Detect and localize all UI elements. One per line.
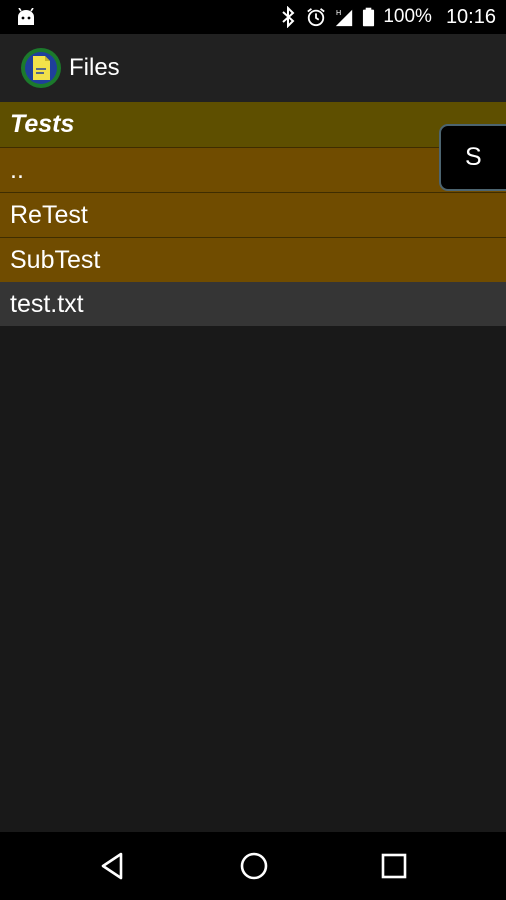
files-app-logo[interactable] bbox=[20, 47, 62, 89]
current-directory-header: Tests bbox=[0, 102, 506, 147]
signal-icon: H bbox=[336, 8, 353, 27]
alarm-icon bbox=[307, 8, 326, 27]
list-item-directory[interactable]: ReTest bbox=[0, 192, 506, 237]
navigation-bar bbox=[0, 832, 506, 900]
battery-percentage: 100% bbox=[383, 6, 432, 27]
status-bar: H 100% 10:16 bbox=[0, 0, 506, 34]
battery-icon bbox=[363, 7, 375, 27]
android-icon bbox=[18, 8, 34, 25]
list-item-file[interactable]: test.txt bbox=[0, 282, 506, 326]
side-s-button[interactable]: S bbox=[439, 124, 506, 191]
recents-icon[interactable] bbox=[378, 850, 410, 882]
file-list: Tests .. ReTest SubTest test.txt bbox=[0, 102, 506, 832]
list-item-parent-directory[interactable]: .. bbox=[0, 147, 506, 192]
home-icon[interactable] bbox=[238, 850, 270, 882]
back-icon[interactable] bbox=[97, 850, 129, 882]
clock: 10:16 bbox=[445, 5, 496, 28]
bluetooth-icon bbox=[282, 6, 295, 28]
app-title: Files bbox=[69, 54, 120, 81]
app-bar: Files bbox=[0, 34, 506, 102]
list-item-directory[interactable]: SubTest bbox=[0, 237, 506, 282]
status-icons: H 100% 10:16 bbox=[278, 0, 496, 34]
svg-text:H: H bbox=[336, 8, 341, 17]
